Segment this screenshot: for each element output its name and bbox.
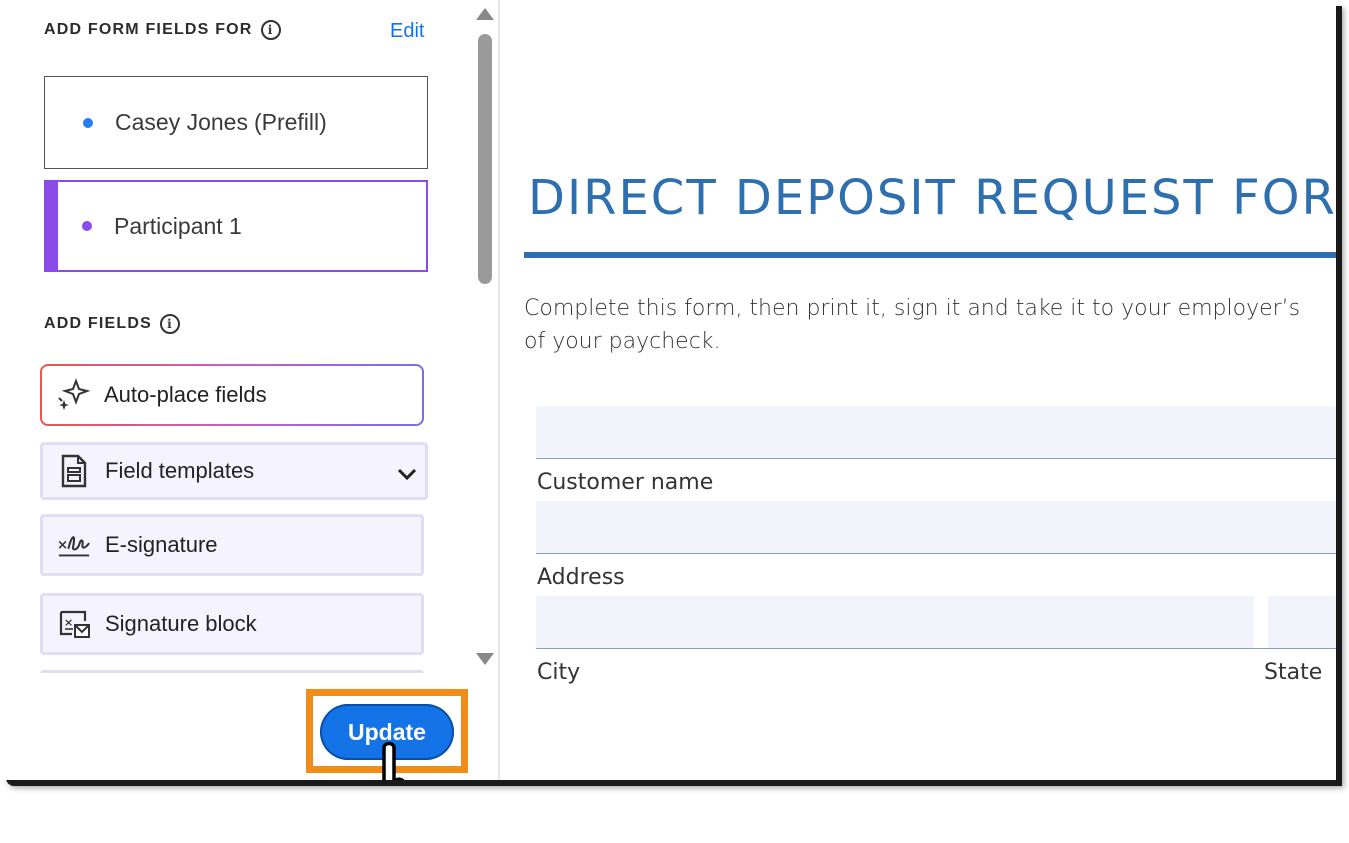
e-signature-button[interactable]: × E-signature <box>40 514 424 576</box>
recipient-role: (Prefill) <box>253 109 327 135</box>
form-fields-panel: ADD FORM FIELDS FOR i Edit Casey Jones (… <box>0 0 470 780</box>
signature-block-button[interactable]: × Signature block <box>40 593 424 655</box>
app-window: ADD FORM FIELDS FOR i Edit Casey Jones (… <box>0 0 1336 780</box>
recipients-section-title: ADD FORM FIELDS FOR i <box>44 20 281 40</box>
form-field-address[interactable] <box>536 501 1336 553</box>
signature-block-label: Signature block <box>105 611 257 636</box>
panel-scrollbar[interactable] <box>471 0 499 680</box>
document-template-icon <box>57 454 91 488</box>
title-rule <box>524 252 1336 258</box>
intro-line-1: Complete this form, then print it, sign … <box>524 296 1301 321</box>
document-title: DIRECT DEPOSIT REQUEST FORM <box>528 170 1336 226</box>
recipient-participant-1[interactable]: Participant 1 <box>44 180 428 272</box>
chevron-down-icon <box>397 461 417 487</box>
e-signature-label: E-signature <box>105 532 218 557</box>
signature-icon: × <box>57 528 91 562</box>
recipients-title: ADD FORM FIELDS FOR <box>44 21 253 38</box>
recipient-name: Casey Jones <box>115 109 248 135</box>
form-line <box>536 553 1336 554</box>
form-line <box>536 648 1336 649</box>
scroll-down-arrow-icon[interactable] <box>476 653 494 665</box>
auto-place-label: Auto-place fields <box>104 382 267 407</box>
recipient-color-dot <box>82 221 92 231</box>
scroll-up-arrow-icon[interactable] <box>476 8 494 20</box>
field-templates-dropdown[interactable]: Field templates <box>40 442 428 500</box>
auto-place-fields-button[interactable]: Auto-place fields <box>40 364 424 426</box>
signature-block-icon: × <box>57 607 91 641</box>
customer-name-label: Customer name <box>537 470 714 495</box>
form-field-city[interactable] <box>536 596 1254 648</box>
hand-cursor-icon <box>382 741 405 780</box>
document-intro: Complete this form, then print it, sign … <box>524 292 1336 358</box>
city-label: City <box>537 660 581 685</box>
form-field-customer-name[interactable] <box>536 406 1336 458</box>
svg-text:×: × <box>57 538 68 553</box>
recipient-name: Participant 1 <box>114 212 242 239</box>
state-label: State <box>1264 660 1323 685</box>
form-line <box>536 458 1336 459</box>
recipient-color-dot <box>83 117 93 128</box>
document-preview: DIRECT DEPOSIT REQUEST FORM Complete thi… <box>500 0 1336 780</box>
sparkle-icon <box>56 378 90 412</box>
field-templates-label: Field templates <box>105 458 255 483</box>
form-field-state[interactable] <box>1268 596 1336 648</box>
fields-title: ADD FIELDS <box>44 315 152 332</box>
intro-line-2: of your paycheck. <box>524 329 721 354</box>
info-icon[interactable]: i <box>260 20 281 40</box>
edit-recipients-link[interactable]: Edit <box>390 20 424 43</box>
recipient-casey-jones[interactable]: Casey Jones (Prefill) <box>44 76 428 169</box>
scroll-thumb[interactable] <box>478 34 492 284</box>
address-label: Address <box>537 565 625 590</box>
fields-section-title: ADD FIELDS i <box>44 314 180 334</box>
info-icon[interactable]: i <box>160 314 180 334</box>
svg-text:×: × <box>64 616 73 629</box>
